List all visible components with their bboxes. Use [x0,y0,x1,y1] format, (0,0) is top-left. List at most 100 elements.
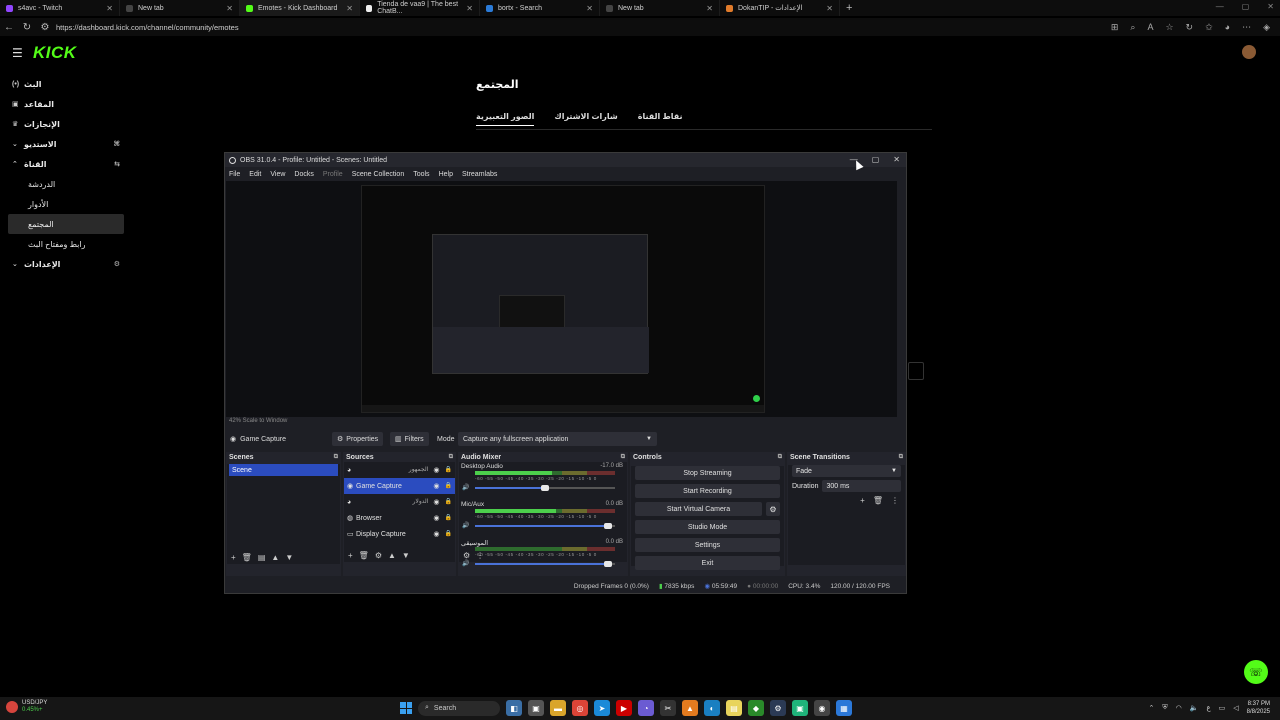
menu-edit[interactable]: Edit [249,171,261,178]
lock-icon[interactable]: 🔒 [445,514,452,522]
sidebar-item[interactable]: ♛ الإنجازات [8,114,124,134]
sidebar-action-icon[interactable]: ⌘ [114,140,121,148]
copilot-icon[interactable]: ◈ [1263,22,1270,33]
menu-view[interactable]: View [270,171,285,178]
trash-icon[interactable]: 🗑 [873,496,883,505]
read-aloud-icon[interactable]: A [1147,22,1153,33]
sidebar-action-icon[interactable]: ⇆ [114,160,120,168]
sidebar-item[interactable]: الدردشة [8,174,124,194]
obs-icon[interactable]: ◉ [814,700,830,716]
trash-icon[interactable]: 🗑 [242,553,252,562]
close-tab-icon[interactable]: ✕ [706,4,713,13]
maximize-icon[interactable]: ▢ [872,155,880,164]
refresh-extensions-icon[interactable]: ↻ [1186,22,1194,33]
lock-icon[interactable]: 🔒 [445,498,452,506]
speaker-icon[interactable]: 🔊 [462,560,469,567]
language-indicator[interactable]: ع [1206,704,1210,712]
menu-docks[interactable]: Docks [294,171,313,178]
menu-tools[interactable]: Tools [413,171,429,178]
move-down-icon[interactable]: ▼ [285,553,293,562]
widgets-icon[interactable]: ◧ [506,700,522,716]
sidebar-action-icon[interactable]: ⚙ [114,260,120,268]
source-item[interactable]: ◕ الجمهور ◉ 🔒 [344,462,455,478]
volume-icon[interactable]: ◁ [1233,704,1238,712]
add-icon[interactable]: + [348,551,353,560]
file-explorer-icon[interactable]: ▬ [550,700,566,716]
speaker-icon[interactable]: 🔊 [462,522,469,529]
obs-preview[interactable] [226,181,897,417]
undock-icon[interactable]: ⧉ [449,454,453,461]
browser-tab[interactable]: DokanTIP - الإعدادات ✕ [720,0,840,16]
duration-field[interactable]: 300 ms [822,480,901,492]
capcut-icon[interactable]: ✂ [660,700,676,716]
speaker-icon[interactable]: 🔊 [462,484,469,491]
edge-icon[interactable]: ◐ [704,700,720,716]
move-up-icon[interactable]: ▲ [271,553,279,562]
sidebar-item[interactable]: ▣ المقاعد [8,94,124,114]
help-chat-icon[interactable]: ☏ [1244,660,1268,684]
undock-icon[interactable]: ⧉ [334,454,338,461]
filter-icon[interactable]: ▤ [258,553,266,562]
vlc-icon[interactable]: ▲ [682,700,698,716]
add-icon[interactable]: + [860,496,865,505]
steam-icon[interactable]: ⚙ [770,700,786,716]
volume-slider[interactable] [475,484,616,491]
task-view-icon[interactable]: ▣ [528,700,544,716]
close-tab-icon[interactable]: ✕ [226,4,233,13]
close-tab-icon[interactable]: ✕ [586,4,593,13]
wifi-icon[interactable]: ◠ [1176,704,1182,712]
app-icon[interactable]: ▣ [792,700,808,716]
close-icon[interactable]: ✕ [1267,2,1274,11]
studio-mode-button[interactable]: Studio Mode [635,520,780,534]
mixer-settings-icon[interactable]: ⚙ [463,551,470,560]
undock-icon[interactable]: ⧉ [778,454,782,461]
youtube-icon[interactable]: ▶ [616,700,632,716]
gear-icon[interactable]: ⚙ [375,551,382,560]
new-tab-button[interactable]: + [840,2,858,14]
sidebar-item[interactable]: المجتمع [8,214,124,234]
avatar[interactable] [1242,45,1256,59]
back-icon[interactable]: ← [0,22,18,33]
zoom-label[interactable]: 42% Scale to Window [229,418,287,424]
add-icon[interactable]: + [231,553,236,562]
menu-scene-collection[interactable]: Scene Collection [352,171,405,178]
security-icon[interactable]: ⛨ [1162,704,1167,712]
close-tab-icon[interactable]: ✕ [346,4,353,13]
move-down-icon[interactable]: ▼ [402,551,410,560]
source-item[interactable]: ◕ الدولار ◉ 🔒 [344,494,455,510]
more-icon[interactable]: ⋮ [891,496,899,505]
source-item[interactable]: ◍ Browser ◉ 🔒 [344,510,455,526]
url-field[interactable]: https://dashboard.kick.com/channel/commu… [56,23,239,32]
browser-tab[interactable]: New tab ✕ [600,0,720,16]
filters-button[interactable]: ▥ Filters [390,432,429,446]
sidebar-item[interactable]: ⌃ القناة ⇆ [8,154,124,174]
lock-icon[interactable]: 🔒 [445,466,452,474]
favorite-icon[interactable]: ☆ [1165,22,1173,33]
nvidia-icon[interactable]: ◆ [748,700,764,716]
undock-icon[interactable]: ⧉ [899,454,903,461]
favorites-icon[interactable]: ✩ [1205,22,1213,33]
app-icon[interactable]: ▦ [836,700,852,716]
sidebar-item[interactable]: ⌄ الاستديو ⌘ [8,134,124,154]
sidebar-item[interactable]: رابط ومفتاح البث [8,234,124,254]
undock-icon[interactable]: ⧉ [621,454,625,461]
sidebar-item[interactable]: الأدوار [8,194,124,214]
stock-widget[interactable]: USD/JPY 0.45%+ [6,700,47,714]
kick-logo[interactable]: KICK [33,43,77,63]
volume-knob[interactable] [604,522,613,529]
menu-streamlabs[interactable]: Streamlabs [462,171,497,178]
profile-icon[interactable]: ◕ [1225,22,1230,33]
browser-tab[interactable]: s4avc - Twitch ✕ [0,0,120,16]
sidebar-item[interactable]: (•) البث [8,74,124,94]
settings-button[interactable]: Settings [635,538,780,552]
scene-item[interactable]: Scene [229,464,338,476]
browser-tab[interactable]: Tienda de vaa9 | The best ChatB... ✕ [360,0,480,16]
transition-select[interactable]: Fade ▼ [792,465,901,477]
eye-icon[interactable]: ◉ [433,514,439,522]
tab-sub-badges[interactable]: شارات الاشتراك [554,112,617,126]
start-virtual-camera-button[interactable]: Start Virtual Camera [635,502,762,516]
browser-tab[interactable]: New tab ✕ [120,0,240,16]
clock[interactable]: 8:37 PM 8/8/2025 [1247,700,1270,716]
trash-icon[interactable]: 🗑 [359,551,369,560]
eye-icon[interactable]: ◉ [433,482,439,490]
